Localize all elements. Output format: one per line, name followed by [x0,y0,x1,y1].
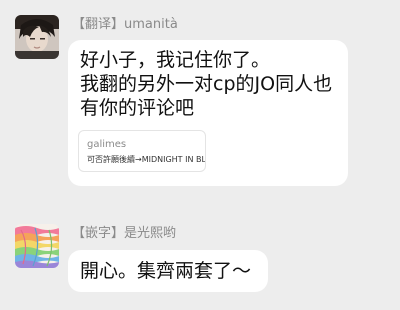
avatar-portrait-image [15,15,59,59]
link-preview-card[interactable]: galimes 可否許願後續→MIDNIGHT IN BL [78,130,206,172]
link-title: 可否許願後續→MIDNIGHT IN BL [87,155,206,164]
message-line: 我翻的另外一对cp的JO同人也 [80,73,333,95]
rainbow-avatar-image [15,224,59,268]
sender-name: 【翻译】umanità [72,17,178,32]
message-line: 有你的评论吧 [80,97,195,119]
message-line: 好小子，我记住你了。 [80,49,271,71]
chat-message: 【翻译】umanità 好小子，我记住你了。 我翻的另外一对cp的JO同人也 有… [0,0,400,200]
chat-message: 【嵌字】是光熙哟 開心。集齊兩套了～ [0,200,400,310]
message-bubble[interactable]: 好小子，我记住你了。 我翻的另外一对cp的JO同人也 有你的评论吧 galime… [68,40,348,186]
avatar[interactable] [15,224,59,268]
sender-name: 【嵌字】是光熙哟 [72,226,177,241]
avatar[interactable] [15,15,59,59]
message-bubble[interactable]: 開心。集齊兩套了～ [68,250,268,292]
message-line: 開心。集齊兩套了～ [80,260,252,282]
link-site-name: galimes [87,139,127,150]
